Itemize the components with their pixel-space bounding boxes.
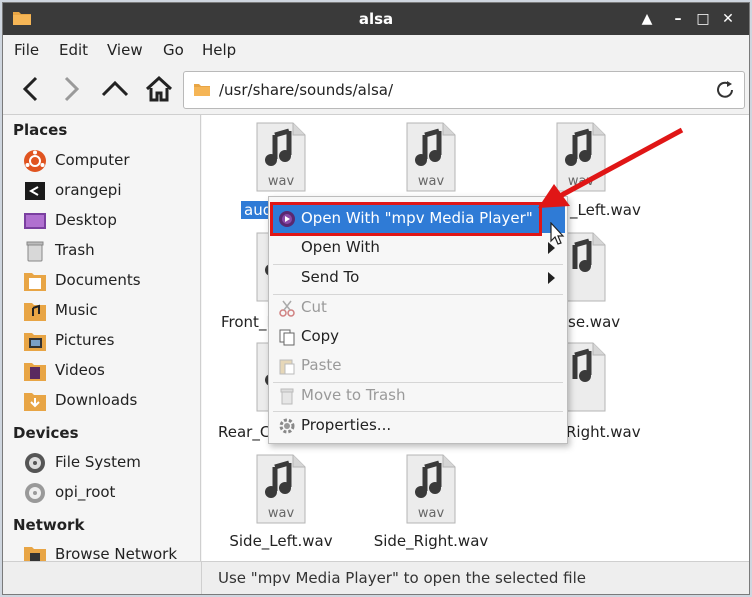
drive-icon: [25, 453, 45, 473]
menu-item-label: Send To: [301, 268, 360, 286]
file-name: Right.wav: [566, 423, 641, 441]
network-heading: Network: [13, 516, 85, 534]
file-name: Side_Right.wav: [373, 532, 489, 550]
paste-icon: [279, 359, 295, 375]
sidebar-item-downloads[interactable]: Downloads: [23, 387, 199, 415]
computer-icon: [24, 150, 46, 172]
menu-item-label: Open With: [301, 238, 380, 256]
wav-file-icon: wav: [406, 122, 456, 192]
sidebar-item-documents[interactable]: Documents: [23, 267, 199, 295]
copy-icon: [279, 329, 295, 346]
wav-file-icon: wav: [256, 122, 306, 192]
sidebar-item-file-system[interactable]: File System: [23, 449, 199, 477]
menu-bar: File Edit View Go Help: [3, 35, 749, 63]
wav-label: wav: [418, 506, 445, 521]
pictures-folder-icon: [24, 333, 46, 351]
annotation-highlight-box: [270, 202, 542, 236]
menu-file[interactable]: File: [14, 41, 39, 59]
sidebar-item-trash[interactable]: Trash: [23, 237, 199, 265]
desktop-icon: [24, 213, 46, 229]
submenu-arrow-icon: [548, 272, 555, 284]
places-heading: Places: [13, 121, 68, 139]
forward-icon[interactable]: [55, 73, 87, 105]
annotation-arrow-icon: [538, 127, 684, 208]
menu-item-move-to-trash[interactable]: Move to Trash: [271, 382, 565, 410]
location-bar[interactable]: /usr/share/sounds/alsa/: [183, 71, 745, 109]
back-icon[interactable]: [15, 73, 47, 105]
minimize-button[interactable]: –: [666, 7, 690, 31]
sidebar-item-label: Downloads: [55, 391, 138, 409]
menu-item-cut[interactable]: Cut: [271, 294, 565, 322]
sidebar-item-label: Documents: [55, 271, 141, 289]
sidebar-item-label: Music: [55, 301, 98, 319]
menu-item-label: Copy: [301, 327, 340, 345]
sidebar-item-label: orangepi: [55, 181, 122, 199]
location-path[interactable]: /usr/share/sounds/alsa/: [219, 81, 393, 99]
status-text: Use "mpv Media Player" to open the selec…: [218, 569, 586, 587]
menu-go[interactable]: Go: [163, 41, 184, 59]
sidebar-item-label: Trash: [55, 241, 95, 259]
menu-item-copy[interactable]: Copy: [271, 323, 565, 351]
sidebar-item-label: File System: [55, 453, 141, 471]
menu-edit[interactable]: Edit: [59, 41, 88, 59]
gear-icon: [279, 418, 295, 434]
up-icon[interactable]: ▲: [635, 7, 659, 31]
sidebar-item-label: opi_root: [55, 483, 116, 501]
title-bar[interactable]: alsa ▲ – □ ✕: [3, 3, 749, 35]
trash-icon: [26, 241, 44, 262]
file-item[interactable]: wav Side_Left.wav: [206, 453, 356, 563]
drive-icon: [25, 483, 45, 503]
sidebar-item-videos[interactable]: Videos: [23, 357, 199, 385]
downloads-folder-icon: [24, 393, 46, 411]
home-icon[interactable]: [143, 73, 175, 105]
documents-folder-icon: [24, 273, 46, 291]
file-item[interactable]: wav Side_Right.wav: [356, 453, 506, 563]
scissors-icon: [279, 300, 295, 317]
menu-item-send-to[interactable]: Send To: [271, 264, 565, 292]
sidebar-footer: [3, 561, 202, 594]
menu-item-open-with[interactable]: Open With: [271, 234, 565, 262]
sidebar-item-desktop[interactable]: Desktop: [23, 207, 199, 235]
file-name: Front_F: [221, 313, 276, 331]
menu-item-label: Properties...: [301, 416, 392, 434]
menu-item-label: Paste: [301, 356, 342, 374]
folder-icon: [194, 84, 210, 96]
wav-file-icon: wav: [256, 454, 306, 524]
sidebar-item-label: Videos: [55, 361, 105, 379]
file-name: Rear_C: [218, 423, 271, 441]
wav-file-icon: wav: [406, 454, 456, 524]
toolbar: /usr/share/sounds/alsa/: [3, 63, 749, 115]
home-folder-icon: [25, 182, 45, 200]
music-folder-icon: [24, 303, 46, 321]
devices-heading: Devices: [13, 424, 79, 442]
videos-folder-icon: [24, 363, 46, 381]
menu-item-paste[interactable]: Paste: [271, 352, 565, 380]
menu-item-label: Cut: [301, 298, 327, 316]
sidebar-item-label: Computer: [55, 151, 130, 169]
file-name: Side_Left.wav: [229, 532, 333, 550]
menu-help[interactable]: Help: [202, 41, 236, 59]
sidebar-item-label: Desktop: [55, 211, 117, 229]
menu-item-label: Move to Trash: [301, 386, 406, 404]
sidebar-item-music[interactable]: Music: [23, 297, 199, 325]
close-button[interactable]: ✕: [716, 7, 740, 31]
wav-label: wav: [268, 174, 295, 189]
sidebar-item-opi-root[interactable]: opi_root: [23, 479, 199, 507]
sidebar-item-computer[interactable]: Computer: [23, 147, 199, 175]
up-arrow-icon[interactable]: [99, 73, 131, 105]
sidebar-item-orangepi[interactable]: orangepi: [23, 177, 199, 205]
wav-label: wav: [268, 506, 295, 521]
sidebar: Places Computer orangepi Desktop Trash D…: [3, 115, 201, 565]
file-name: se.wav: [568, 313, 621, 331]
reload-icon[interactable]: [714, 79, 736, 101]
status-bar: Use "mpv Media Player" to open the selec…: [202, 561, 749, 594]
mouse-cursor-icon: [550, 222, 565, 245]
trash-icon: [280, 388, 294, 405]
sidebar-item-label: Pictures: [55, 331, 115, 349]
maximize-button[interactable]: □: [691, 7, 715, 31]
menu-view[interactable]: View: [107, 41, 143, 59]
menu-item-properties[interactable]: Properties...: [271, 412, 565, 440]
sidebar-item-pictures[interactable]: Pictures: [23, 327, 199, 355]
wav-label: wav: [418, 174, 445, 189]
